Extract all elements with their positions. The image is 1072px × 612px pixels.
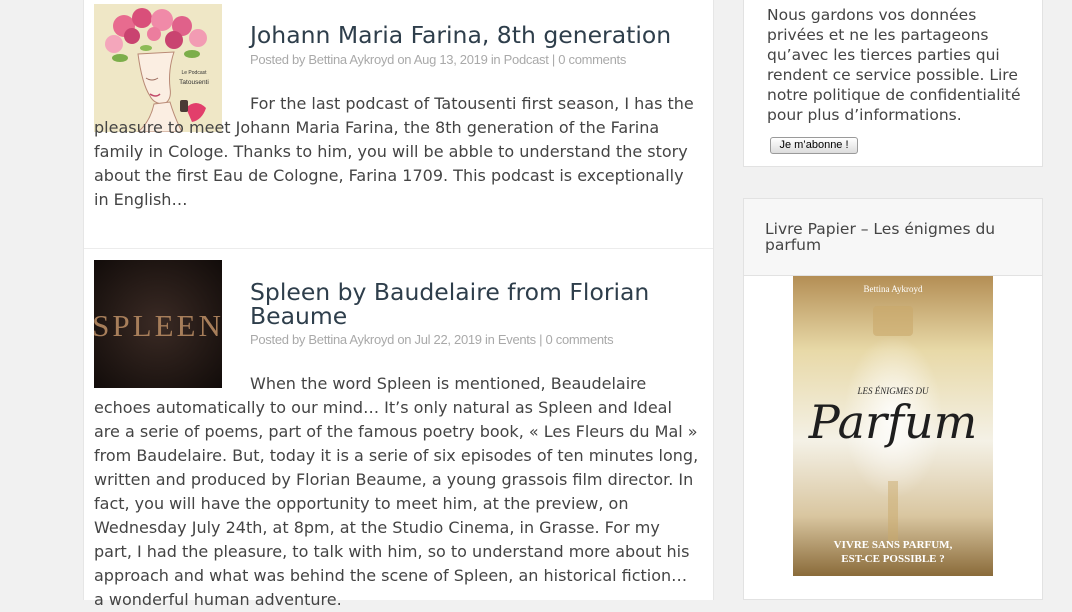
blog-post: Le Podcast Tatousenti Johann Maria Farin… [84, 0, 713, 249]
post-meta: Posted by Bettina Aykroyd on Aug 13, 201… [250, 52, 627, 67]
book-cover-image[interactable]: Bettina Aykroyd LES ÉNIGMES DU Parfum VI… [793, 276, 993, 576]
svg-text:Parfum: Parfum [808, 395, 978, 449]
post-title[interactable]: Spleen by Baudelaire from Florian Beaume [250, 280, 690, 328]
svg-text:SPLEEN: SPLEEN [94, 308, 222, 343]
post-excerpt: When the word Spleen is mentioned, Beaud… [94, 374, 699, 609]
book-cover-art: Bettina Aykroyd LES ÉNIGMES DU Parfum VI… [793, 276, 993, 576]
subscribe-button[interactable]: Je m’abonne ! [770, 137, 858, 154]
svg-text:EST-CE POSSIBLE ?: EST-CE POSSIBLE ? [841, 553, 945, 565]
post-excerpt: For the last podcast of Tatousenti first… [94, 94, 694, 209]
book-widget: Livre Papier – Les énigmes du parfum Bet… [743, 198, 1043, 600]
widget-header: Livre Papier – Les énigmes du parfum [744, 199, 1042, 276]
post-thumbnail[interactable]: SPLEEN [94, 260, 222, 388]
blog-post: SPLEEN Spleen by Baudelaire from Florian… [84, 249, 713, 609]
post-title[interactable]: Johann Maria Farina, 8th generation [250, 23, 690, 47]
svg-text:Le Podcast: Le Podcast [181, 70, 207, 76]
svg-text:Bettina Aykroyd: Bettina Aykroyd [864, 284, 923, 294]
spleen-poster: SPLEEN [94, 260, 222, 388]
newsletter-widget: Nous gardons vos données privées et ne l… [743, 0, 1043, 167]
main-content: Le Podcast Tatousenti Johann Maria Farin… [83, 0, 714, 609]
privacy-notice: Nous gardons vos données privées et ne l… [767, 6, 1021, 124]
widget-title: Livre Papier – Les énigmes du parfum [765, 220, 996, 254]
svg-text:VIVRE SANS PARFUM,: VIVRE SANS PARFUM, [834, 539, 953, 551]
svg-text:Tatousenti: Tatousenti [179, 79, 209, 86]
post-meta: Posted by Bettina Aykroyd on Jul 22, 201… [250, 332, 614, 347]
